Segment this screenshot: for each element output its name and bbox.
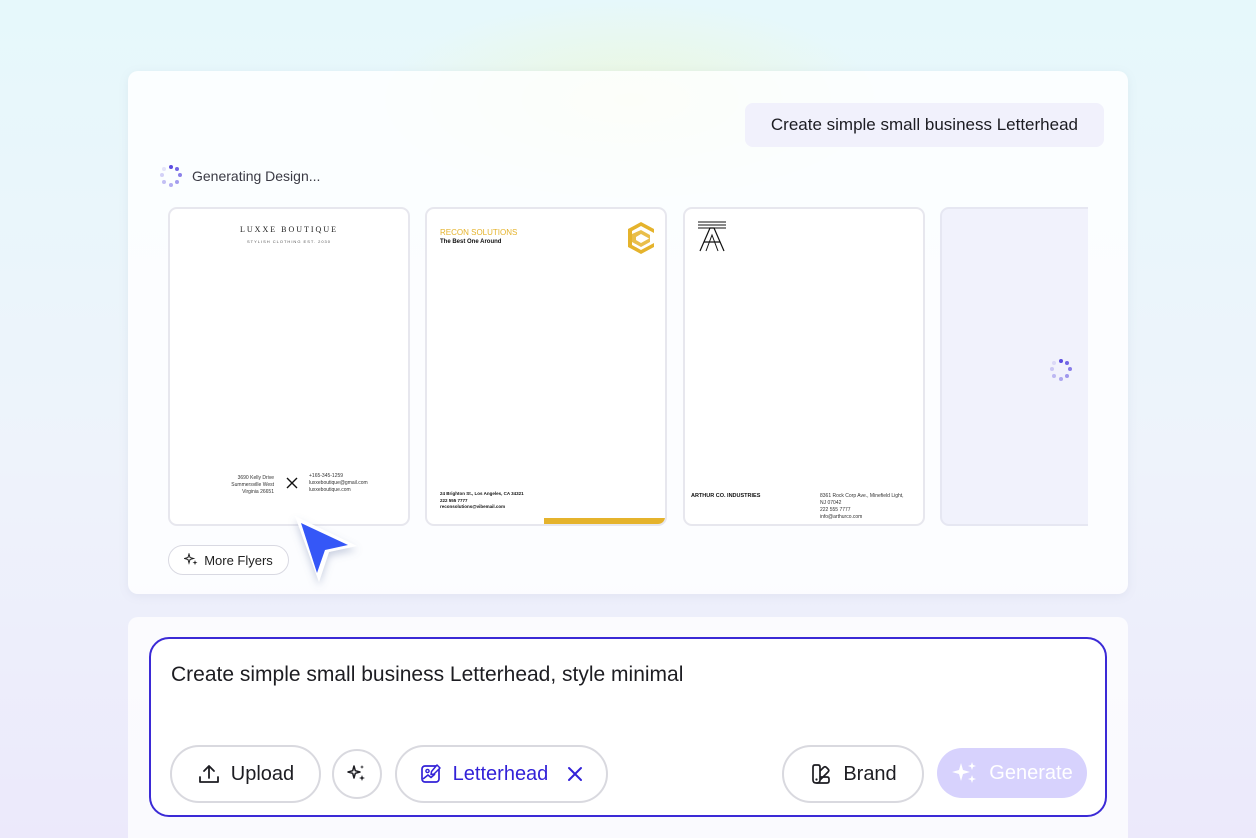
design-card-arthur[interactable]: ARTHUR CO. INDUSTRIES 8361 Rock Corp Ave…: [683, 207, 925, 526]
letterhead-tag-label: Letterhead: [452, 762, 549, 785]
letterhead-tag: Letterhead: [395, 745, 608, 803]
close-icon[interactable]: [566, 765, 584, 783]
design-carousel[interactable]: LUXXE BOUTIQUE STYLISH CLOTHING EST. 203…: [168, 206, 1088, 528]
brand-button[interactable]: Brand: [782, 745, 924, 803]
card-tagline: STYLISH CLOTHING EST. 2030: [246, 239, 332, 244]
design-card-recon[interactable]: RECON SOLUTIONS The Best One Around 24 B…: [425, 207, 667, 526]
spinner-icon: [1050, 359, 1072, 381]
card-brand: LUXXE BOUTIQUE: [240, 225, 338, 234]
brand-label: Brand: [843, 762, 897, 785]
magic-button[interactable]: [332, 749, 382, 799]
card-footer: 8361 Rock Corp Ave., Minefield Light, NJ…: [820, 493, 904, 520]
composer-panel: Create simple small business Letterhead,…: [128, 617, 1128, 838]
generating-status: Generating Design...: [160, 165, 320, 187]
recon-logo-icon: [628, 222, 654, 254]
sparkle-icon: [184, 553, 198, 566]
design-results-panel: Create simple small business Letterhead …: [128, 71, 1128, 594]
card-address: 3690 Kelly Drive Summersville West Virgi…: [231, 475, 274, 495]
card-tagline: The Best One Around: [440, 239, 502, 245]
design-card-loading: [940, 207, 1088, 526]
upload-button[interactable]: Upload: [170, 745, 321, 803]
magic-icon: [347, 765, 365, 781]
more-flyers-label: More Flyers: [204, 552, 273, 568]
x-mark-icon: [286, 477, 298, 489]
prompt-bubble: Create simple small business Letterhead: [744, 103, 1104, 147]
arthur-logo-icon: [698, 221, 726, 252]
generate-label: Generate: [989, 761, 1073, 784]
upload-label: Upload: [230, 762, 295, 785]
image-edit-icon: [420, 764, 441, 783]
card-accent-bar: [544, 518, 665, 524]
design-card-luxxe[interactable]: LUXXE BOUTIQUE STYLISH CLOTHING EST. 203…: [168, 207, 410, 526]
card-brand: ARTHUR CO. INDUSTRIES: [691, 493, 761, 499]
cursor-arrow-icon: [295, 516, 357, 582]
sparkle-icon: [952, 762, 977, 783]
status-text: Generating Design...: [192, 168, 321, 184]
prompt-composer[interactable]: Create simple small business Letterhead,…: [149, 637, 1107, 817]
prompt-input[interactable]: Create simple small business Letterhead,…: [171, 663, 683, 687]
card-brand: RECON SOLUTIONS: [440, 228, 518, 237]
upload-icon: [198, 765, 219, 783]
generate-button[interactable]: Generate: [937, 748, 1087, 798]
card-contact: +165-345-1259 luxxeboutique@gmail.com lu…: [309, 473, 368, 493]
spinner-icon: [160, 165, 182, 187]
brand-palette-icon: [812, 764, 831, 784]
more-flyers-button[interactable]: More Flyers: [168, 545, 289, 575]
card-footer: 24 Brighton St., Los Angeles, CA 34321 2…: [440, 491, 524, 509]
